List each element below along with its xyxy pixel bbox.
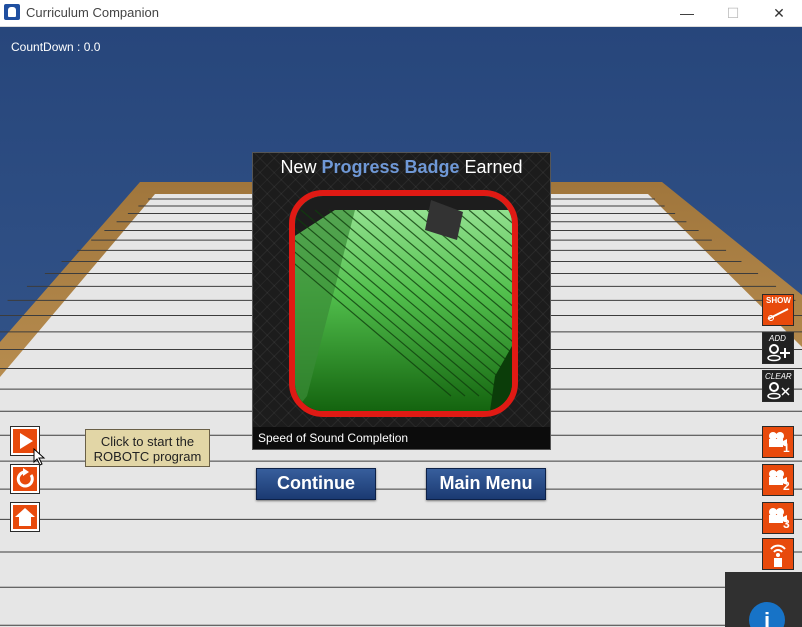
- close-button[interactable]: ✕: [756, 0, 802, 26]
- dialog-title-highlight: Progress Badge: [321, 157, 460, 177]
- camera-1-label: 1: [783, 441, 790, 455]
- main-menu-button[interactable]: Main Menu: [426, 468, 546, 500]
- clear-waypoints-button[interactable]: CLEAR: [762, 370, 794, 402]
- home-icon: [11, 503, 39, 531]
- badge-caption-bar: Speed of Sound Completion: [253, 427, 550, 449]
- maximize-icon: ☐: [726, 4, 740, 21]
- info-panel: i: [725, 572, 802, 627]
- maximize-button[interactable]: ☐: [710, 0, 756, 26]
- window-title: Curriculum Companion: [26, 5, 159, 20]
- reset-icon: [11, 465, 39, 493]
- camera-1-button[interactable]: 1: [762, 426, 794, 458]
- home-button[interactable]: [10, 502, 40, 532]
- remote-signal-icon: [770, 544, 786, 567]
- badge-track-picture: [295, 196, 512, 411]
- dialog-title-prefix: New: [280, 157, 322, 177]
- camera-2-button[interactable]: 2: [762, 464, 794, 496]
- simulation-viewport[interactable]: CountDown : 0.0 New Progress Badge Earne…: [0, 27, 802, 627]
- add-waypoint-icon: [767, 344, 790, 362]
- start-program-tooltip: Click to start the ROBOTC program: [85, 429, 210, 467]
- continue-button[interactable]: Continue: [256, 468, 376, 500]
- countdown-label: CountDown : 0.0: [11, 40, 101, 54]
- badge-image: [289, 190, 518, 417]
- camera-3-label: 3: [783, 517, 790, 531]
- camera-2-label: 2: [783, 479, 790, 493]
- minimize-button[interactable]: —: [664, 0, 710, 26]
- dialog-title-suffix: Earned: [459, 157, 523, 177]
- clear-waypoints-icon: [767, 382, 790, 400]
- remote-control-button[interactable]: [762, 538, 794, 570]
- reset-button[interactable]: [10, 464, 40, 494]
- minimize-icon: —: [680, 5, 694, 21]
- title-bar: Curriculum Companion — ☐ ✕: [0, 0, 802, 27]
- info-button[interactable]: i: [749, 602, 785, 627]
- badge-caption: Speed of Sound Completion: [258, 431, 409, 445]
- tooltip-line-2: ROBOTC program: [93, 449, 202, 464]
- dialog-title: New Progress Badge Earned: [253, 157, 550, 178]
- camera-3-button[interactable]: 3: [762, 502, 794, 534]
- app-robot-icon: [4, 4, 20, 20]
- show-path-button[interactable]: SHOW: [762, 294, 794, 326]
- add-waypoint-button[interactable]: ADD: [762, 332, 794, 364]
- info-icon: i: [763, 608, 771, 627]
- badge-dialog: New Progress Badge Earned Speed of Sound…: [252, 152, 551, 450]
- tooltip-line-1: Click to start the: [100, 434, 195, 449]
- close-icon: ✕: [773, 4, 785, 21]
- show-path-icon: [767, 308, 789, 321]
